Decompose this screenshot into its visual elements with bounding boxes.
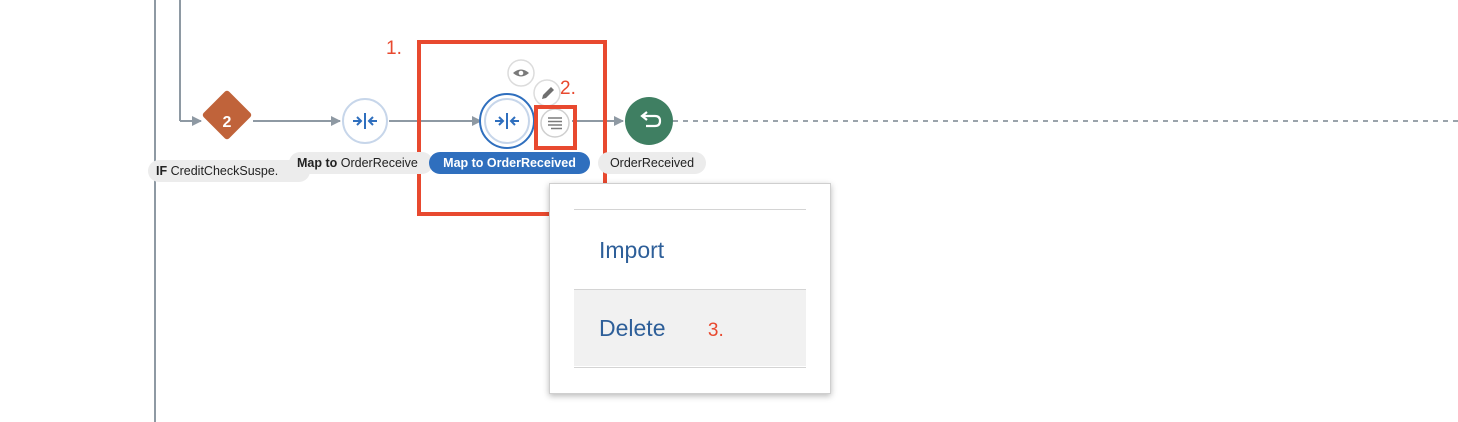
menu-item-delete-label: Delete bbox=[599, 315, 666, 341]
if-node-badge: 2 bbox=[223, 114, 232, 131]
menu-divider bbox=[574, 209, 806, 210]
map-node-2-label[interactable]: Map to OrderReceived bbox=[429, 152, 590, 174]
map-target-text: OrderReceive bbox=[340, 156, 418, 170]
node-actions-menu: Import Delete 3. bbox=[549, 183, 831, 394]
annotation-step-2: 2. bbox=[560, 78, 576, 99]
menu-item-import[interactable]: Import bbox=[574, 212, 806, 288]
edit-button[interactable] bbox=[533, 79, 561, 107]
map-node-1[interactable] bbox=[342, 98, 388, 144]
view-button[interactable] bbox=[507, 59, 535, 87]
if-node-label[interactable]: IF CreditCheckSuspe. bbox=[148, 160, 310, 182]
if-node[interactable]: 2 bbox=[202, 90, 253, 141]
map-keyword: Map to bbox=[297, 156, 338, 170]
menu-divider bbox=[574, 367, 806, 368]
map-node-1-label[interactable]: Map to OrderReceive bbox=[289, 152, 433, 174]
actions-menu-button[interactable] bbox=[540, 108, 570, 138]
end-node[interactable] bbox=[625, 97, 673, 145]
menu-item-delete[interactable]: Delete 3. bbox=[574, 290, 806, 366]
annotation-step-1: 1. bbox=[386, 38, 402, 59]
map-node-2-selected[interactable] bbox=[479, 93, 535, 149]
if-condition-text: CreditCheckSuspe. bbox=[170, 164, 279, 178]
if-keyword: IF bbox=[156, 164, 168, 178]
annotation-step-3: 3. bbox=[707, 320, 724, 341]
end-node-label[interactable]: OrderReceived bbox=[598, 152, 706, 174]
